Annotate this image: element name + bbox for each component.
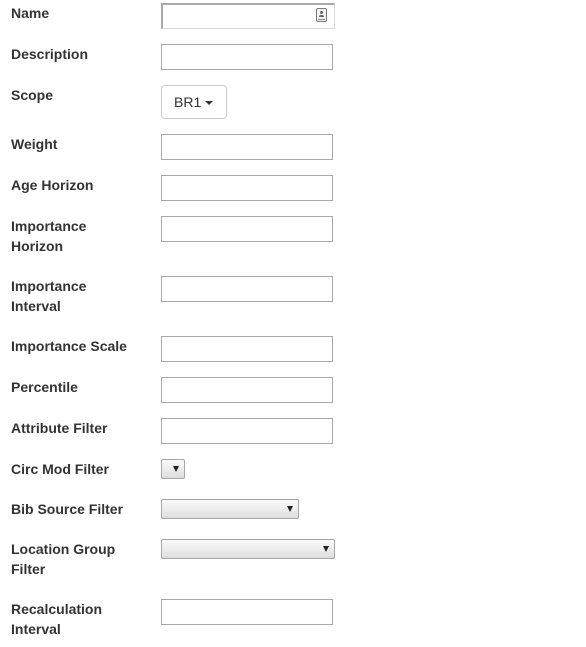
location-group-filter-select[interactable] — [161, 539, 335, 559]
attribute-filter-label: Attribute Filter — [11, 420, 108, 436]
importance-scale-label: Importance Scale — [11, 338, 127, 354]
importance-scale-input[interactable] — [161, 336, 333, 362]
name-input[interactable] — [161, 3, 335, 29]
percentile-input[interactable] — [161, 377, 333, 403]
scope-dropdown-button[interactable]: BR1 — [161, 85, 227, 119]
name-label: Name — [11, 5, 50, 21]
recalculation-interval-label: Recalculation Interval — [11, 601, 103, 637]
triangle-down-icon — [287, 506, 293, 512]
description-label: Description — [11, 46, 89, 62]
scope-label: Scope — [11, 87, 54, 103]
age-horizon-label: Age Horizon — [11, 177, 94, 193]
bib-source-filter-label: Bib Source Filter — [11, 501, 124, 517]
attribute-filter-input[interactable] — [161, 418, 333, 444]
weight-input[interactable] — [161, 134, 333, 160]
importance-interval-label: Importance Interval — [11, 278, 87, 314]
importance-horizon-label: Importance Horizon — [11, 218, 87, 254]
importance-interval-input[interactable] — [161, 276, 333, 302]
percentile-label: Percentile — [11, 379, 78, 395]
weight-label: Weight — [11, 136, 58, 152]
description-input[interactable] — [161, 44, 333, 70]
circ-mod-filter-select[interactable] — [161, 459, 185, 479]
scope-selected-value: BR1 — [174, 94, 202, 110]
bib-source-filter-select[interactable] — [161, 499, 299, 519]
age-horizon-input[interactable] — [161, 175, 333, 201]
recalculation-interval-input[interactable] — [161, 599, 333, 625]
circ-mod-filter-label: Circ Mod Filter — [11, 461, 110, 477]
triangle-down-icon — [173, 466, 179, 472]
contact-card-icon[interactable] — [316, 8, 327, 22]
caret-down-icon — [205, 101, 214, 106]
triangle-down-icon — [323, 546, 329, 552]
location-group-filter-label: Location Group Filter — [11, 541, 116, 577]
importance-horizon-input[interactable] — [161, 216, 333, 242]
